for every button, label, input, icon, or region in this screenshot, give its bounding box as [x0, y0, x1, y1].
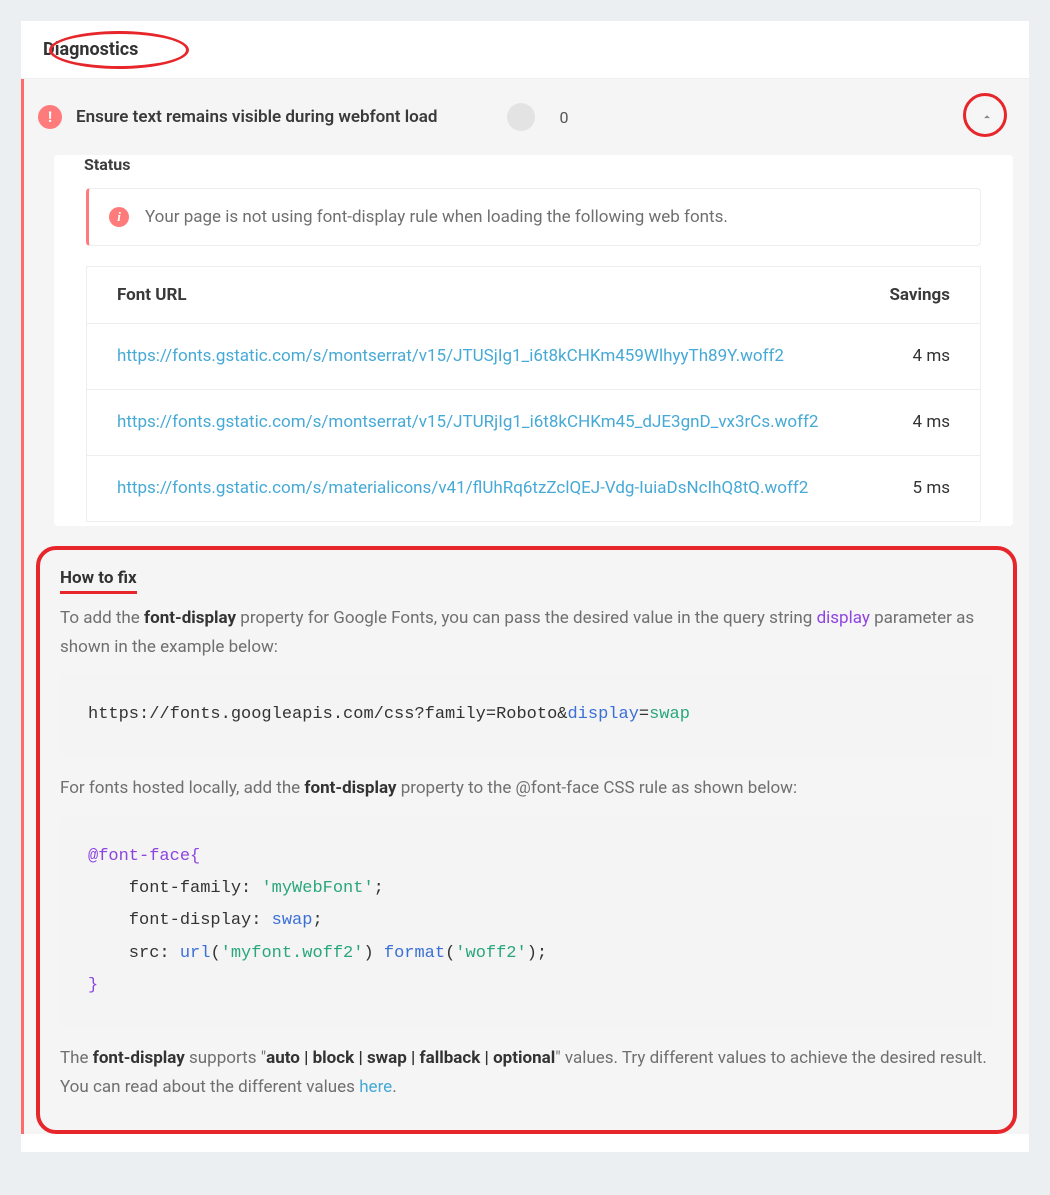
font-url-link[interactable]: https://fonts.gstatic.com/s/montserrat/v… [117, 346, 784, 366]
diagnostic-item-title: Ensure text remains visible during webfo… [76, 107, 437, 127]
status-message: Your page is not using font-display rule… [145, 207, 728, 227]
font-url-table: Font URL Savings https://fonts.gstatic.c… [86, 266, 981, 522]
score-indicator-icon [507, 103, 535, 131]
code-example-url: https://fonts.googleapis.com/css?family=… [60, 675, 993, 755]
savings-value: 4 ms [851, 324, 981, 390]
status-label: Status [54, 155, 1013, 188]
howto-paragraph: The font-display supports "auto | block … [60, 1044, 993, 1102]
here-link[interactable]: here [359, 1077, 392, 1097]
howto-paragraph: To add the font-display property for Goo… [60, 604, 993, 662]
table-row: https://fonts.gstatic.com/s/montserrat/v… [87, 324, 981, 390]
chevron-up-icon [980, 110, 994, 124]
font-url-link[interactable]: https://fonts.gstatic.com/s/montserrat/v… [117, 412, 818, 432]
diagnostic-item-row[interactable]: ! Ensure text remains visible during web… [24, 79, 1029, 155]
code-example-fontface: @font-face{ font-family: 'myWebFont'; fo… [60, 817, 993, 1026]
how-to-fix-title: How to fix [60, 568, 137, 594]
info-icon: i [109, 207, 129, 227]
col-header-savings: Savings [851, 267, 981, 324]
how-to-fix-box: How to fix To add the font-display prope… [36, 546, 1017, 1134]
status-message-box: i Your page is not using font-display ru… [86, 188, 981, 246]
table-row: https://fonts.gstatic.com/s/materialicon… [87, 455, 981, 521]
diagnostics-title: Diagnostics [43, 39, 138, 60]
col-header-url: Font URL [87, 267, 851, 324]
display-param-link[interactable]: display [817, 608, 870, 628]
collapse-button[interactable] [973, 103, 1001, 131]
warning-icon: ! [38, 105, 62, 129]
savings-value: 5 ms [851, 455, 981, 521]
table-row: https://fonts.gstatic.com/s/montserrat/v… [87, 389, 981, 455]
savings-value: 4 ms [851, 389, 981, 455]
score-value: 0 [559, 108, 568, 127]
font-url-link[interactable]: https://fonts.gstatic.com/s/materialicon… [117, 478, 808, 498]
howto-paragraph: For fonts hosted locally, add the font-d… [60, 774, 993, 803]
diagnostic-details: Status i Your page is not using font-dis… [54, 155, 1013, 526]
diagnostics-header: Diagnostics [21, 21, 1029, 79]
